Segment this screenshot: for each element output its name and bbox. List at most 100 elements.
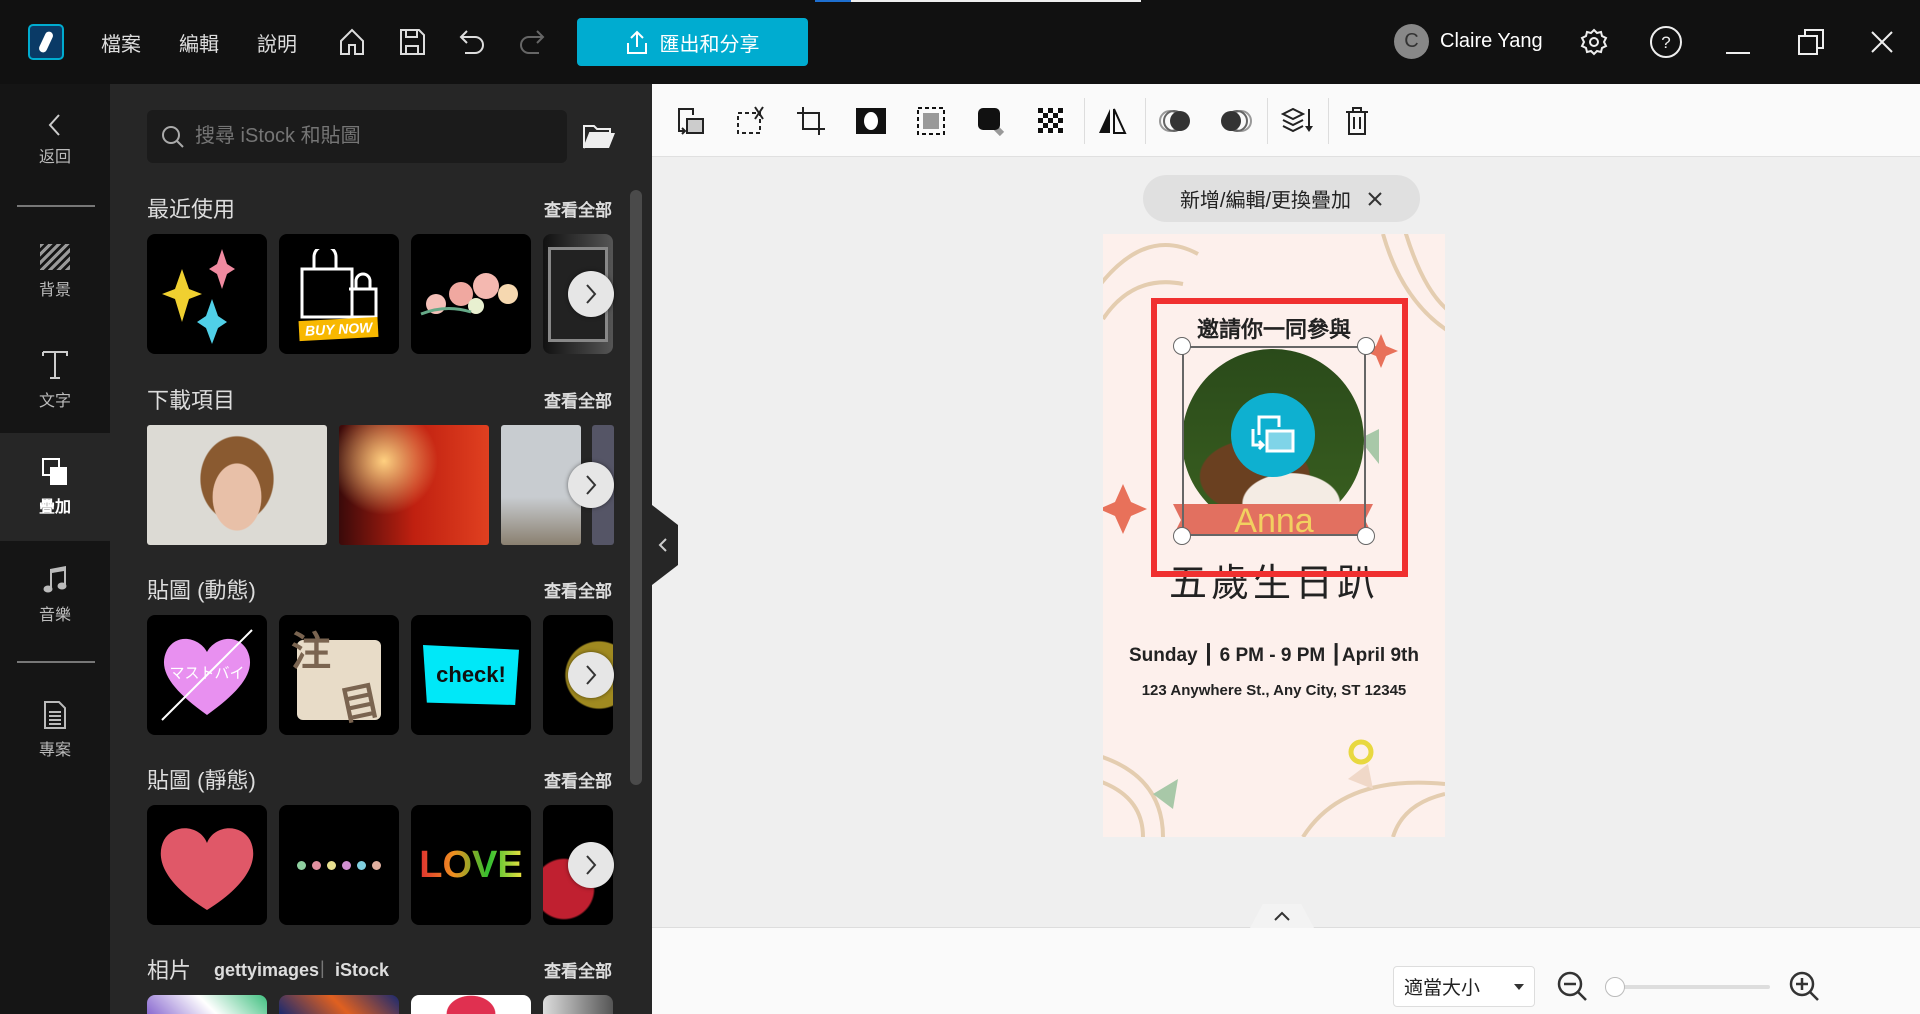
shadow-icon[interactable]	[972, 102, 1010, 140]
sticker-text: マストバイ	[169, 664, 244, 682]
redo-icon[interactable]	[514, 24, 550, 60]
photo-woman-dancing[interactable]	[339, 425, 489, 545]
upload-icon	[626, 30, 647, 54]
photo-thumb[interactable]	[411, 995, 531, 1014]
sticker-love[interactable]: LOVE	[411, 805, 531, 925]
nav-background[interactable]: 背景	[0, 218, 110, 326]
replace-overlay-button[interactable]	[1231, 393, 1315, 477]
bottom-bar	[652, 927, 1920, 1014]
chevron-right-icon	[586, 665, 597, 685]
restore-icon[interactable]	[1793, 24, 1829, 60]
arrange-layers-icon[interactable]	[1278, 102, 1316, 140]
next-button[interactable]	[568, 462, 614, 508]
section-title: 下載項目	[147, 388, 236, 413]
replace-overlay-icon[interactable]	[672, 102, 710, 140]
menu-edit[interactable]: 編輯	[179, 28, 219, 57]
nav-project[interactable]: 專案	[0, 676, 110, 784]
sticker-sparkles[interactable]	[147, 234, 267, 354]
user-name[interactable]: Claire Yang	[1440, 30, 1543, 53]
see-all-link[interactable]: 查看全部	[544, 957, 612, 982]
nav-music[interactable]: 音樂	[0, 541, 110, 649]
gear-icon[interactable]	[1576, 24, 1612, 60]
mask-icon[interactable]	[852, 102, 890, 140]
overlay-hint-pill: 新增/編輯/更換疊加	[1143, 175, 1420, 222]
chevron-left-icon	[48, 114, 60, 136]
blend-back-icon[interactable]	[1156, 102, 1194, 140]
opacity-icon[interactable]	[1032, 102, 1070, 140]
sticker-text: LOVE	[419, 843, 523, 886]
photo-thumb[interactable]	[279, 995, 399, 1014]
background-icon	[40, 244, 70, 270]
search-box[interactable]	[147, 110, 567, 163]
buy-now-text: BUY NOW	[298, 316, 380, 342]
see-all-link[interactable]: 查看全部	[544, 577, 612, 602]
avatar[interactable]: C	[1394, 24, 1429, 59]
zoom-in-icon[interactable]	[1789, 971, 1821, 1008]
left-nav: 返回 背景 文字 疊加 音樂 專案	[0, 84, 110, 1014]
export-share-button[interactable]: 匯出和分享	[577, 18, 808, 66]
see-all-link[interactable]: 查看全部	[544, 196, 612, 221]
trash-icon[interactable]	[1338, 102, 1376, 140]
separator	[1145, 98, 1146, 144]
home-icon[interactable]	[334, 24, 370, 60]
minimize-icon[interactable]	[1726, 52, 1750, 54]
close-icon[interactable]	[1367, 191, 1383, 207]
expand-timeline-button[interactable]	[1250, 904, 1314, 928]
help-icon[interactable]: ?	[1648, 24, 1684, 60]
zoom-fit-select[interactable]: 適當大小	[1393, 966, 1535, 1007]
resize-handle[interactable]	[1173, 337, 1191, 355]
panel-scrollbar[interactable]	[630, 190, 642, 785]
photo-thumb[interactable]	[147, 995, 267, 1014]
photo-thumb[interactable]	[543, 995, 613, 1014]
nav-overlay[interactable]: 疊加	[0, 433, 110, 541]
resize-handle[interactable]	[1173, 527, 1191, 545]
see-all-link[interactable]: 查看全部	[544, 767, 612, 792]
undo-icon[interactable]	[454, 24, 490, 60]
section-title: 最近使用	[147, 197, 236, 222]
save-icon[interactable]	[394, 24, 430, 60]
chevron-left-icon	[658, 538, 667, 552]
resize-handle[interactable]	[1357, 527, 1375, 545]
crop-icon[interactable]	[792, 102, 830, 140]
collapse-panel-button[interactable]	[652, 505, 678, 585]
sticker-flowers[interactable]	[411, 234, 531, 354]
sticker-sugar-heart[interactable]	[147, 805, 267, 925]
project-icon	[44, 701, 66, 729]
search-input[interactable]	[195, 125, 555, 148]
sticker-chuumoku[interactable]: 注 目	[279, 615, 399, 735]
section-title: 相片	[147, 958, 192, 983]
next-button[interactable]	[568, 652, 614, 698]
border-icon[interactable]	[912, 102, 950, 140]
zoom-slider-thumb[interactable]	[1605, 977, 1625, 997]
text-icon	[42, 351, 68, 379]
zoom-slider[interactable]	[1605, 985, 1770, 989]
next-button[interactable]	[568, 842, 614, 888]
divider	[17, 661, 95, 663]
zoom-out-icon[interactable]	[1557, 971, 1589, 1008]
sticker-check[interactable]: check!	[411, 615, 531, 735]
sticker-buy-now[interactable]: BUY NOW	[279, 234, 399, 354]
close-icon[interactable]	[1864, 24, 1900, 60]
progress-track	[851, 0, 1141, 2]
blend-front-icon[interactable]	[1217, 102, 1255, 140]
photo-woman-makeup[interactable]	[147, 425, 327, 545]
sticker-dots[interactable]	[279, 805, 399, 925]
menu-help[interactable]: 說明	[257, 28, 297, 57]
see-all-link[interactable]: 查看全部	[544, 387, 612, 412]
dropdown-arrow-icon	[1514, 983, 1524, 990]
section-title: 貼圖 (靜態)	[147, 768, 256, 793]
separator	[1328, 98, 1329, 144]
overlay-icon	[42, 458, 67, 485]
folder-icon[interactable]	[582, 122, 616, 155]
menu-file[interactable]: 檔案	[101, 28, 141, 57]
cutout-icon[interactable]	[732, 102, 770, 140]
invitation-document[interactable]: 邀請你一同參與 Anna 五歲生日趴 Sunday ┃ 6 PM - 9 PM …	[1103, 234, 1445, 837]
nav-back[interactable]: 返回	[0, 86, 110, 194]
chevron-right-icon	[586, 475, 597, 495]
resize-handle[interactable]	[1357, 337, 1375, 355]
sticker-heart-arrow[interactable]: マストバイ	[147, 615, 267, 735]
next-button[interactable]	[568, 271, 614, 317]
export-label: 匯出和分享	[659, 33, 760, 56]
flip-icon[interactable]	[1093, 102, 1131, 140]
nav-text[interactable]: 文字	[0, 326, 110, 434]
